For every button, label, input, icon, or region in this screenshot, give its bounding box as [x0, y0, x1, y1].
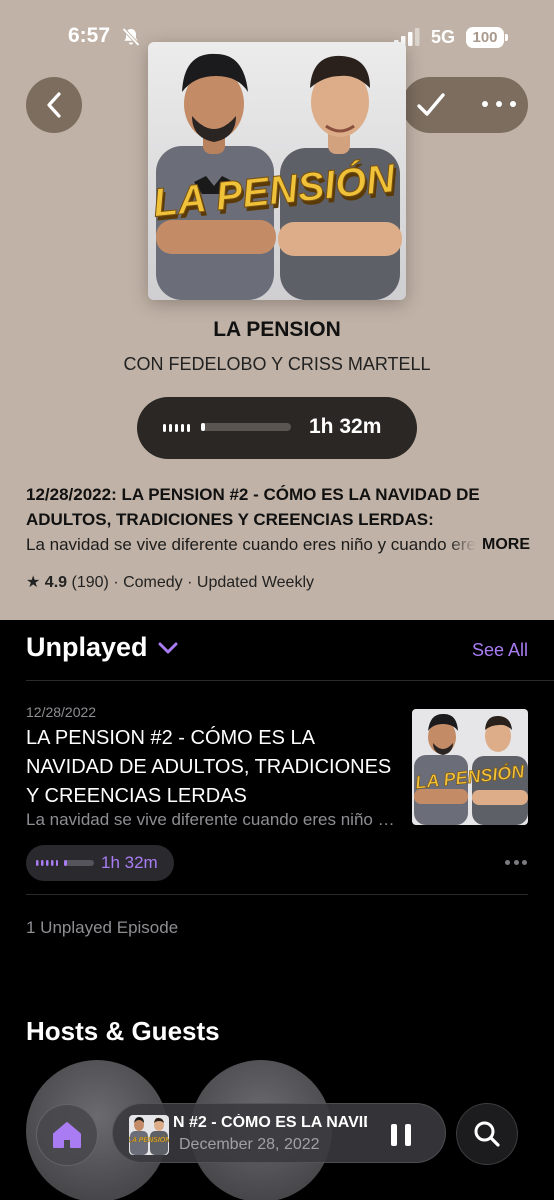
show-header: 6:57 5G 100 LA PENSIÓN LA PENSIÓN LA PEN… [0, 0, 554, 620]
progress-track [201, 423, 291, 431]
checkmark-icon[interactable] [414, 89, 448, 121]
progress-fill [201, 423, 205, 431]
svg-text:LA PENSIÓN: LA PENSIÓN [129, 1135, 169, 1144]
divider [26, 894, 528, 895]
chevron-down-icon [158, 642, 178, 653]
category-label[interactable]: Comedy [123, 574, 183, 591]
status-time: 6:57 [68, 24, 111, 47]
update-frequency: Updated Weekly [196, 574, 315, 591]
waveform-icon [36, 860, 58, 866]
episode-artwork[interactable]: LA PENSIÓN [412, 709, 528, 825]
meta-separator: · [187, 574, 197, 591]
mini-player-title: N #2 - CÓMO ES LA NAVIDAD DE ADULTOS [173, 1114, 367, 1131]
back-button[interactable] [26, 77, 82, 133]
battery-icon: 100 [466, 27, 508, 48]
divider [26, 680, 554, 681]
episode-description: La navidad se vive diferente cuando eres… [26, 810, 396, 829]
rating-count: (190) [71, 574, 109, 591]
unplayed-heading-label: Unplayed [26, 632, 148, 662]
see-all-link[interactable]: See All [472, 640, 528, 661]
search-icon [474, 1121, 500, 1147]
silent-bell-icon [122, 27, 140, 47]
play-duration: 1h 32m [309, 415, 382, 438]
play-episode-button[interactable]: 1h 32m [137, 397, 417, 459]
search-tab-button[interactable] [456, 1103, 518, 1165]
home-icon [53, 1122, 81, 1148]
star-icon: ★ [26, 574, 41, 591]
episode-progress-fill [64, 860, 67, 866]
mini-player-subtitle: December 28, 2022 [179, 1136, 320, 1153]
chevron-left-icon [47, 92, 61, 118]
mini-player-artwork: LA PENSIÓN [129, 1115, 169, 1155]
pause-icon[interactable] [391, 1124, 411, 1146]
episode-date: 12/28/2022 [26, 704, 97, 720]
unplayed-heading[interactable]: Unplayed [26, 632, 178, 663]
mini-player[interactable]: LA PENSIÓN N #2 - CÓMO ES LA NAVIDAD DE … [112, 1103, 446, 1163]
waveform-icon [163, 424, 190, 432]
unplayed-count: 1 Unplayed Episode [26, 918, 179, 937]
episode-summary: La navidad se vive diferente cuando eres… [26, 532, 530, 557]
episode-heading: 12/28/2022: LA PENSION #2 - CÓMO ES LA N… [26, 485, 480, 529]
more-link[interactable]: MORE [448, 532, 530, 557]
hosts-heading: Hosts & Guests [26, 1016, 220, 1046]
episode-play-button[interactable]: 1h 32m [26, 845, 174, 881]
show-title[interactable]: LA PENSION [0, 318, 554, 342]
show-author[interactable]: CON FEDELOBO Y CRISS MARTELL [0, 354, 554, 375]
network-label: 5G [431, 27, 456, 47]
episode-more-icon[interactable] [505, 860, 527, 866]
home-tab-button[interactable] [36, 1104, 98, 1166]
episode-progress-track [64, 860, 94, 866]
actions-pill [402, 77, 528, 133]
more-options-icon[interactable] [482, 101, 516, 109]
episode-title[interactable]: LA PENSION #2 - CÓMO ES LA NAVIDAD DE AD… [26, 724, 398, 811]
meta-separator: · [113, 574, 124, 591]
show-artwork: LA PENSIÓN LA PENSIÓN [148, 42, 406, 300]
show-meta: ★ 4.9 (190) · Comedy · Updated Weekly [26, 572, 314, 592]
episode-duration: 1h 32m [101, 853, 158, 872]
rating-value: 4.9 [44, 574, 68, 591]
episode-description-block[interactable]: 12/28/2022: LA PENSION #2 - CÓMO ES LA N… [26, 482, 530, 557]
